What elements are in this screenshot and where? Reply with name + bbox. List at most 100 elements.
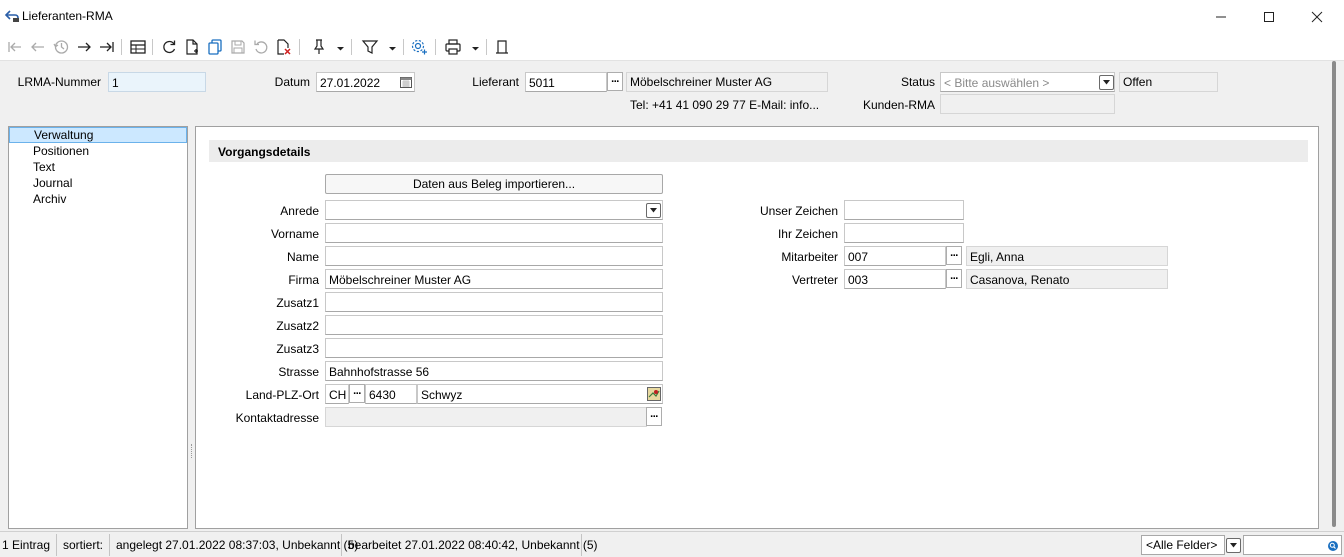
ort-field[interactable]: Schwyz	[417, 384, 663, 404]
nav-item-archiv[interactable]: Archiv	[9, 192, 187, 208]
last-record-button[interactable]	[97, 37, 117, 57]
arrow-right-icon	[78, 42, 91, 52]
strasse-field[interactable]: Bahnhofstrasse 56	[325, 361, 663, 381]
land-field[interactable]: CH	[325, 384, 349, 404]
next-record-button[interactable]	[74, 37, 94, 57]
land-plz-ort-label: Land-PLZ-Ort	[245, 388, 319, 402]
section-nav: Verwaltung Positionen Text Journal Archi…	[8, 126, 188, 529]
refresh-button[interactable]	[159, 37, 179, 57]
new-document-button[interactable]	[182, 37, 202, 57]
status-label: Status	[900, 75, 935, 89]
history-button[interactable]	[51, 37, 71, 57]
mitarbeiter-name: Egli, Anna	[966, 246, 1168, 266]
created-info: angelegt 27.01.2022 08:37:03, Unbekannt …	[110, 534, 358, 556]
kunden-rma-field[interactable]	[940, 94, 1115, 114]
nav-item-verwaltung[interactable]: Verwaltung	[9, 127, 187, 143]
calendar-icon[interactable]	[399, 75, 413, 89]
close-icon	[1311, 11, 1323, 22]
zusatz1-field[interactable]	[325, 292, 663, 312]
firma-field[interactable]: Möbelschreiner Muster AG	[325, 269, 663, 289]
vertreter-field[interactable]: 003	[844, 269, 946, 289]
datum-label: Datum	[274, 75, 310, 89]
save-button[interactable]	[228, 37, 248, 57]
kontaktadresse-field	[325, 407, 647, 427]
name-field[interactable]	[325, 246, 663, 266]
maximize-button[interactable]	[1246, 0, 1292, 33]
ihr-zeichen-field[interactable]	[844, 223, 964, 243]
filter-dropdown-icon[interactable]	[388, 42, 397, 51]
status-select[interactable]: < Bitte auswählen >	[940, 72, 1115, 92]
undo-icon	[254, 40, 268, 54]
chevron-down-icon[interactable]	[1099, 75, 1114, 90]
map-icon[interactable]	[647, 387, 661, 401]
maximize-icon	[1264, 11, 1274, 22]
vertical-scrollbar[interactable]	[1324, 61, 1344, 529]
import-from-document-button[interactable]: Daten aus Beleg importieren...	[325, 174, 663, 194]
vertreter-lookup-button[interactable]: ...	[946, 269, 962, 288]
history-icon	[53, 40, 69, 54]
printer-icon	[445, 39, 461, 55]
datum-value: 27.01.2022	[320, 76, 381, 90]
close-button[interactable]	[1294, 0, 1340, 33]
plz-field[interactable]: 6430	[365, 384, 417, 404]
nav-item-journal[interactable]: Journal	[9, 176, 187, 192]
toolbar-separator	[403, 39, 404, 55]
title-bar: Lieferanten-RMA	[0, 0, 1344, 33]
land-lookup-button[interactable]: ...	[349, 384, 365, 403]
status-value: Offen	[1119, 72, 1218, 92]
lieferant-lookup-button[interactable]: ...	[607, 72, 623, 91]
vorname-field[interactable]	[325, 223, 663, 243]
zusatz2-field[interactable]	[325, 315, 663, 335]
anrede-select[interactable]	[325, 200, 663, 220]
minimize-button[interactable]	[1198, 0, 1244, 33]
zusatz3-field[interactable]	[325, 338, 663, 358]
lieferant-field[interactable]: 5011	[525, 72, 607, 92]
delete-document-icon	[277, 39, 291, 55]
copy-icon	[208, 39, 222, 55]
toolbar-separator	[121, 39, 122, 55]
chevron-down-icon[interactable]	[1226, 538, 1241, 553]
pin-icon	[313, 39, 325, 54]
scrollbar-thumb[interactable]	[1332, 61, 1336, 527]
copy-button[interactable]	[205, 37, 225, 57]
unser-zeichen-label: Unser Zeichen	[759, 204, 838, 218]
toolbar	[0, 33, 1344, 61]
first-record-button[interactable]	[5, 37, 25, 57]
vertreter-label: Vertreter	[791, 273, 838, 287]
delete-button[interactable]	[274, 37, 294, 57]
edited-info: bearbeitet 27.01.2022 08:40:42, Unbekann…	[342, 534, 598, 556]
splitter-grip-icon	[191, 444, 193, 458]
anrede-label: Anrede	[280, 204, 319, 218]
undo-button[interactable]	[251, 37, 271, 57]
kunden-rma-label: Kunden-RMA	[862, 98, 935, 112]
zusatz3-label: Zusatz3	[276, 342, 319, 356]
filter-button[interactable]	[360, 37, 380, 57]
mitarbeiter-lookup-button[interactable]: ...	[946, 246, 962, 265]
print-button[interactable]	[443, 37, 463, 57]
unser-zeichen-field[interactable]	[844, 200, 964, 220]
toolbar-separator	[351, 39, 352, 55]
settings-button[interactable]	[409, 37, 429, 57]
sort-status: sortiert:	[57, 534, 110, 556]
table-view-button[interactable]	[128, 37, 148, 57]
search-icon[interactable]	[1327, 540, 1339, 552]
mitarbeiter-field[interactable]: 007	[844, 246, 946, 266]
app-icon	[4, 9, 20, 23]
pin-button[interactable]	[309, 37, 329, 57]
search-field-select[interactable]: <Alle Felder>	[1141, 535, 1225, 555]
lrma-number-label: LRMA-Nummer	[17, 75, 101, 89]
pin-dropdown-icon[interactable]	[336, 42, 345, 51]
nav-item-positionen[interactable]: Positionen	[9, 144, 187, 160]
bookmark-icon	[496, 40, 508, 54]
nav-item-text[interactable]: Text	[9, 160, 187, 176]
chevron-down-icon[interactable]	[646, 203, 661, 218]
previous-record-button[interactable]	[28, 37, 48, 57]
lrma-number-field[interactable]: 1	[108, 72, 206, 92]
kontaktadresse-lookup-button[interactable]: ...	[646, 407, 662, 426]
bookmark-button[interactable]	[492, 37, 512, 57]
toolbar-separator	[435, 39, 436, 55]
print-dropdown-icon[interactable]	[471, 42, 480, 51]
filter-icon	[361, 40, 379, 54]
arrow-left-icon	[31, 42, 44, 52]
firma-label: Firma	[288, 273, 319, 287]
